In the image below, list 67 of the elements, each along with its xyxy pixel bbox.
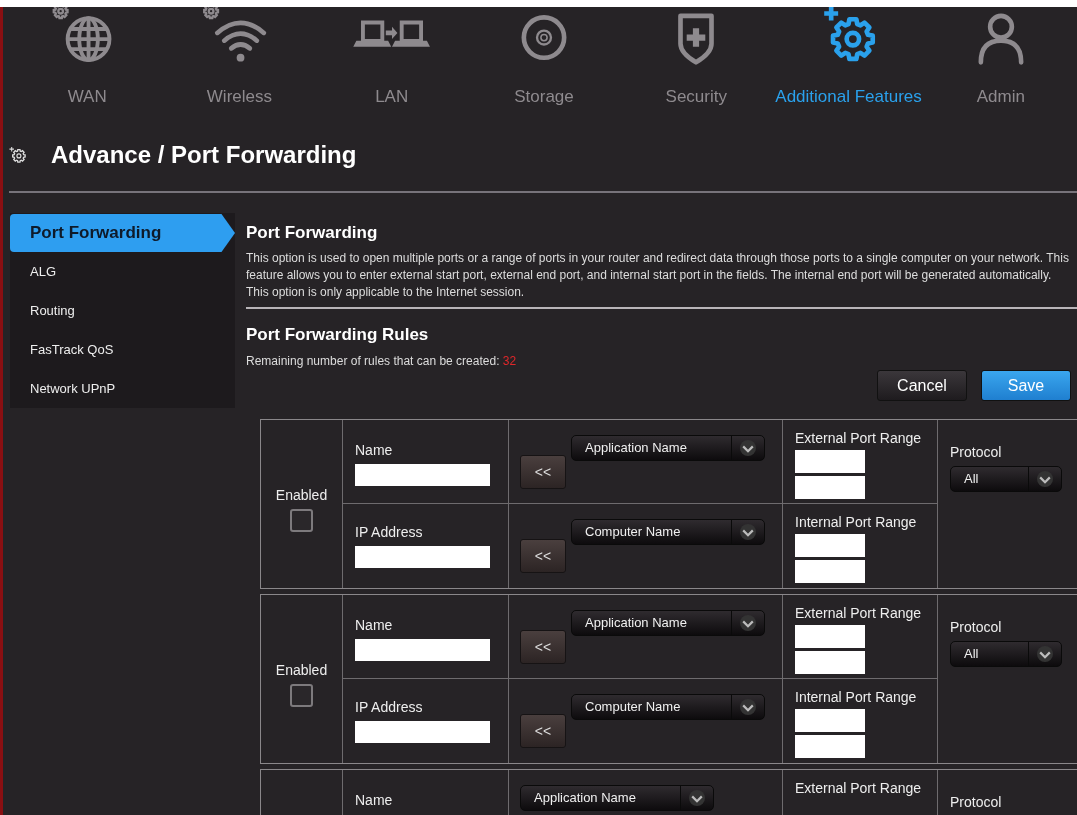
application-dropdown[interactable]: Application Name [571, 435, 765, 461]
back-button[interactable]: << [520, 714, 566, 748]
ip-address-label: IP Address [355, 524, 424, 540]
name-label: Name [355, 792, 394, 808]
sidebar-item[interactable]: Routing [10, 291, 235, 330]
gear-icon [9, 146, 27, 164]
ip-address-input[interactable] [355, 721, 490, 743]
nav-tab[interactable]: Admin [924, 7, 1077, 119]
nav-tab[interactable]: Storage [467, 7, 621, 119]
port-input[interactable] [795, 560, 865, 583]
external-port-label: External Port Range [795, 430, 923, 446]
caret-icon [689, 790, 705, 806]
enabled-checkbox[interactable] [290, 683, 313, 707]
sidebar-item[interactable]: ALG [10, 252, 235, 291]
port-input[interactable] [795, 450, 865, 473]
port-input[interactable] [795, 625, 865, 648]
back-button[interactable]: << [520, 454, 566, 489]
protocol-label: Protocol [950, 794, 1003, 810]
internal-port-label: Internal Port Range [795, 689, 918, 705]
rules-title: Port Forwarding Rules [246, 325, 430, 345]
port-input[interactable] [795, 534, 865, 557]
page-title: Advance / Port Forwarding [51, 141, 357, 169]
nav-tab[interactable]: Wireless [163, 7, 316, 119]
caret-icon [1037, 471, 1053, 487]
internal-port-label: Internal Port Range [795, 514, 918, 530]
protocol-dropdown[interactable]: All [950, 641, 1062, 667]
back-button[interactable]: << [520, 629, 566, 664]
name-label: Name [355, 617, 394, 633]
nav-tab[interactable]: Security [620, 7, 773, 119]
caret-icon [740, 440, 756, 456]
remaining-label: Remaining number of rules that can be created: [246, 354, 500, 368]
nav-tab[interactable]: LAN [315, 7, 468, 119]
external-port-label: External Port Range [795, 780, 923, 796]
ip-address-input[interactable] [355, 546, 490, 568]
enabled-label: Enabled [275, 486, 328, 503]
back-button[interactable]: << [520, 539, 566, 573]
section-title: Port Forwarding [246, 223, 379, 243]
enabled-checkbox[interactable] [290, 508, 313, 532]
application-dropdown[interactable]: Application Name [520, 785, 714, 811]
application-dropdown[interactable]: Application Name [571, 610, 765, 636]
remaining-count: 32 [502, 354, 517, 368]
port-input[interactable] [795, 709, 865, 732]
sidebar-item[interactable]: Network UPnP [10, 369, 235, 408]
cancel-button[interactable]: Cancel [877, 370, 967, 401]
port-input[interactable] [795, 476, 865, 499]
nav-tab[interactable]: WAN [11, 7, 164, 119]
caret-icon [1037, 646, 1053, 662]
caret-icon [740, 615, 756, 631]
description-text: This option is used to open multiple ports or a range of ports in your router and redirect data through those ports to a single computer on your network. This feature allows you to enter external start port, external end port, and internal start port in the fields. The internal end port will be generated automatically. This option is only applicable to the Internet session. [246, 250, 1070, 301]
external-port-label: External Port Range [795, 605, 923, 621]
sidebar-item[interactable]: Port Forwarding [10, 214, 235, 252]
sidebar-item[interactable]: FasTrack QoS [10, 330, 235, 369]
name-label: Name [355, 442, 394, 458]
port-input[interactable] [795, 651, 865, 674]
caret-icon [740, 524, 756, 540]
name-input[interactable] [355, 464, 490, 486]
port-input[interactable] [795, 735, 865, 758]
enabled-label: Enabled [275, 661, 328, 678]
computer-dropdown[interactable]: Computer Name [571, 694, 765, 720]
ip-address-label: IP Address [355, 699, 424, 715]
protocol-label: Protocol [950, 619, 1003, 635]
protocol-label: Protocol [950, 444, 1003, 460]
caret-icon [740, 699, 756, 715]
nav-tab[interactable]: Additional Features [772, 7, 925, 119]
computer-dropdown[interactable]: Computer Name [571, 519, 765, 545]
name-input[interactable] [355, 639, 490, 661]
protocol-dropdown[interactable]: All [950, 466, 1062, 492]
